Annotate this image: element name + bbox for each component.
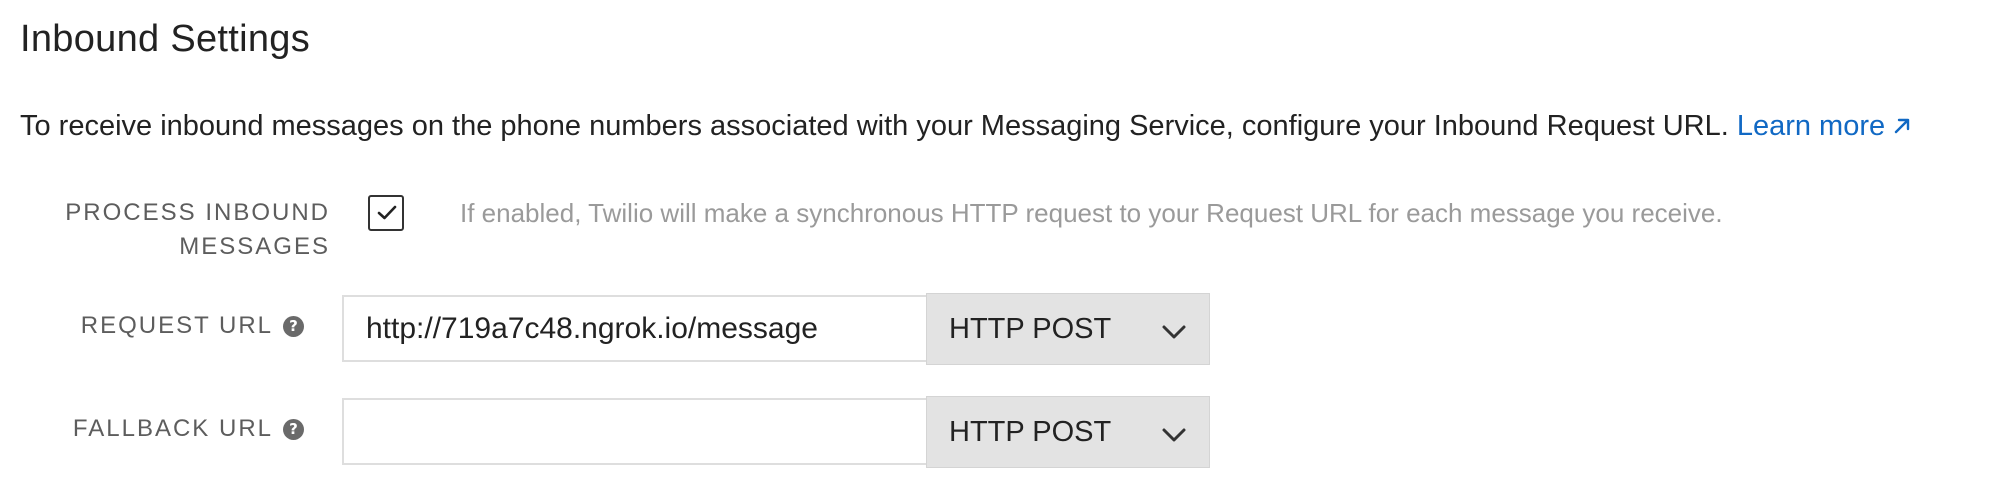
fallback-url-input[interactable] bbox=[342, 398, 926, 465]
inbound-settings-panel: Inbound Settings To receive inbound mess… bbox=[0, 0, 2004, 496]
learn-more-link[interactable]: Learn more bbox=[1737, 110, 1913, 142]
fallback-url-label: FALLBACK URL ? bbox=[73, 412, 304, 446]
process-inbound-label-line1: PROCESS INBOUND bbox=[65, 199, 330, 226]
process-inbound-hint: If enabled, Twilio will make a synchrono… bbox=[460, 198, 1723, 228]
process-inbound-checkbox[interactable] bbox=[368, 195, 404, 231]
fallback-method-select[interactable]: HTTP POST bbox=[926, 396, 1210, 468]
help-icon[interactable]: ? bbox=[283, 315, 304, 337]
process-inbound-label-line2: MESSAGES bbox=[179, 233, 330, 260]
request-method-value: HTTP POST bbox=[949, 312, 1112, 345]
request-url-label: REQUEST URL ? bbox=[81, 309, 304, 343]
request-method-select[interactable]: HTTP POST bbox=[926, 293, 1210, 365]
chevron-down-icon bbox=[1162, 325, 1186, 339]
external-link-icon bbox=[1894, 118, 1910, 134]
request-url-label-text: REQUEST URL bbox=[80, 312, 273, 339]
fallback-url-label-text: FALLBACK URL bbox=[72, 415, 273, 442]
intro-text: To receive inbound messages on the phone… bbox=[20, 110, 1729, 142]
fallback-method-value: HTTP POST bbox=[949, 415, 1112, 448]
help-icon[interactable]: ? bbox=[283, 418, 304, 440]
intro-text-block: To receive inbound messages on the phone… bbox=[20, 110, 1913, 143]
process-inbound-label: PROCESS INBOUND MESSAGES bbox=[65, 196, 330, 264]
section-title: Inbound Settings bbox=[20, 18, 311, 60]
chevron-down-icon bbox=[1162, 428, 1186, 442]
checkmark-icon bbox=[377, 205, 397, 220]
request-url-input[interactable] bbox=[342, 295, 926, 362]
learn-more-label: Learn more bbox=[1736, 110, 1886, 142]
